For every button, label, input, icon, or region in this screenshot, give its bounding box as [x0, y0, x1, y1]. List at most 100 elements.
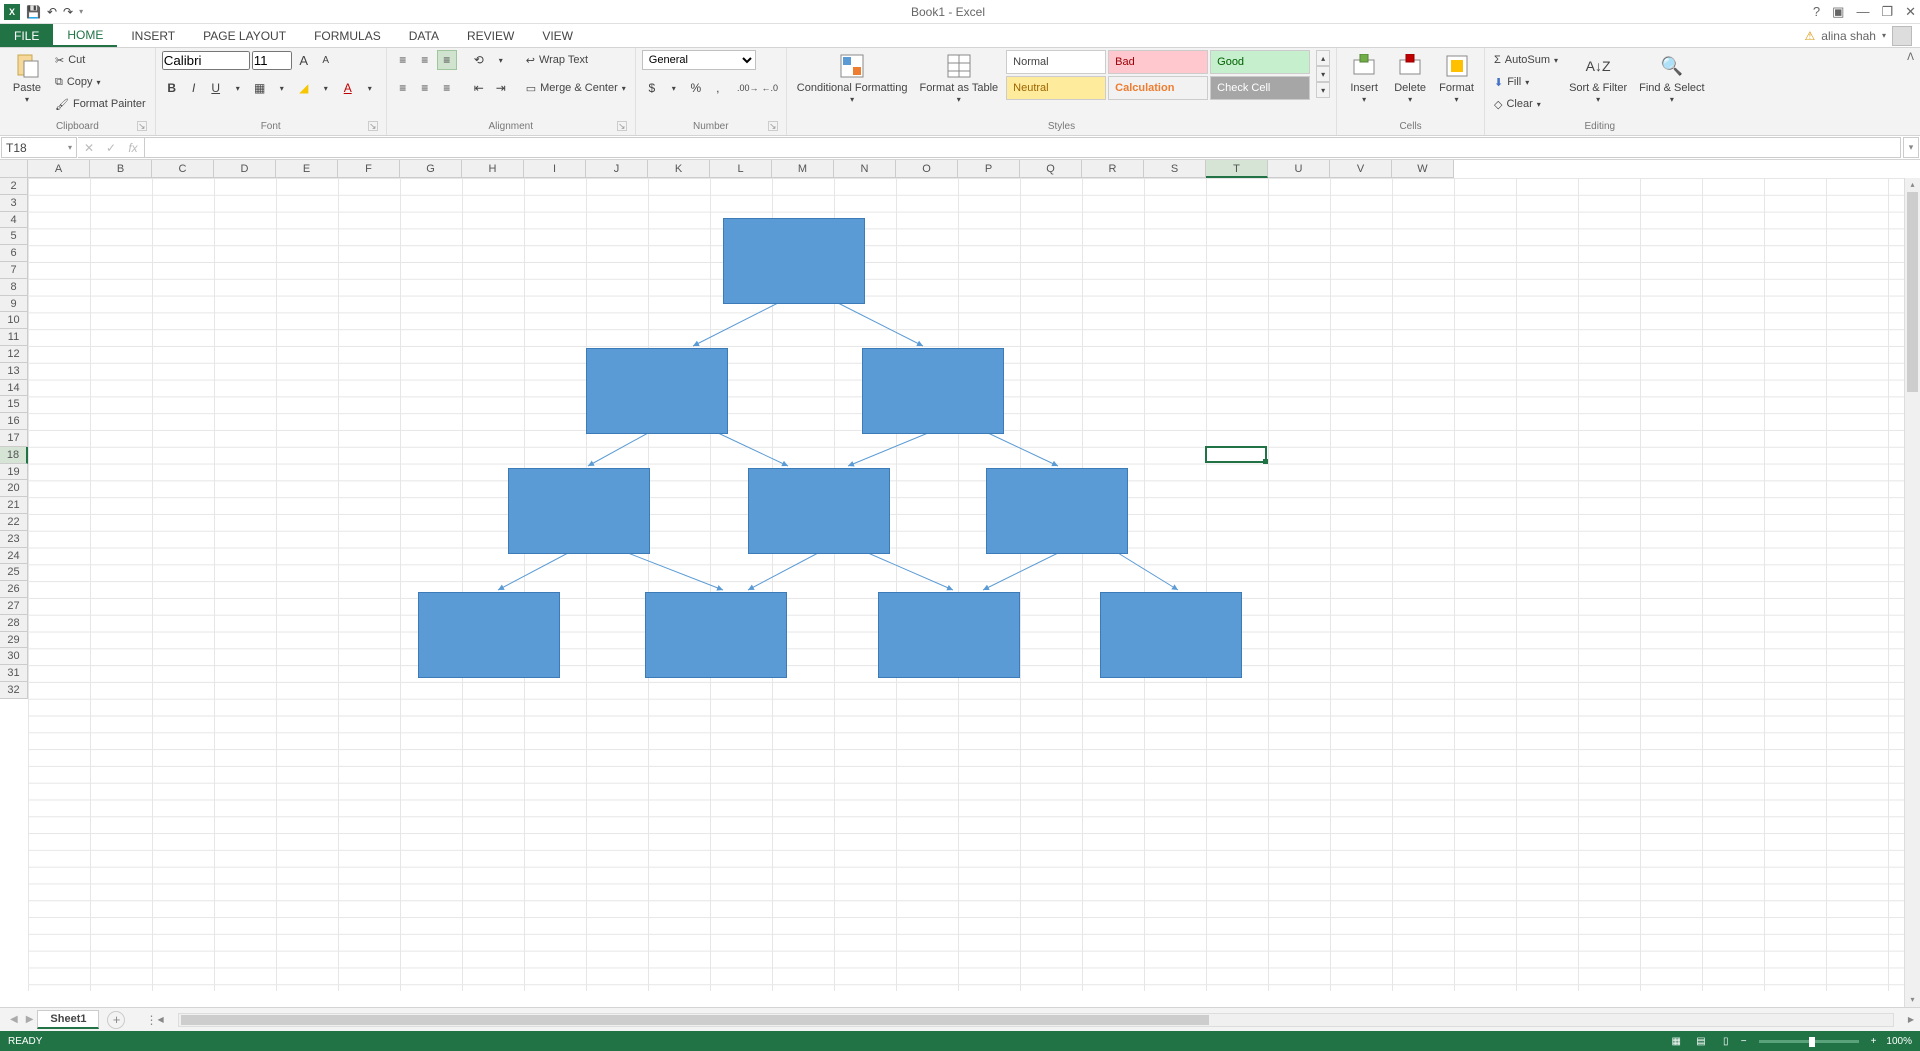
- row-header[interactable]: 28: [0, 615, 28, 632]
- sort-filter-button[interactable]: A↓ZSort & Filter▾: [1565, 50, 1631, 108]
- shape-box[interactable]: [878, 592, 1020, 678]
- row-header[interactable]: 8: [0, 279, 28, 296]
- tab-insert[interactable]: INSERT: [117, 24, 189, 47]
- tab-data[interactable]: DATA: [395, 24, 453, 47]
- align-left-icon[interactable]: ≡: [393, 78, 413, 98]
- align-bottom-icon[interactable]: ≡: [437, 50, 457, 70]
- underline-button[interactable]: U: [206, 78, 226, 98]
- paste-button[interactable]: Paste ▾: [6, 50, 48, 108]
- row-header[interactable]: 24: [0, 548, 28, 565]
- vertical-scrollbar[interactable]: ▴ ▾: [1904, 178, 1920, 1007]
- row-header[interactable]: 3: [0, 195, 28, 212]
- align-middle-icon[interactable]: ≡: [415, 50, 435, 70]
- scroll-down-icon[interactable]: ▾: [1905, 993, 1920, 1007]
- shape-box[interactable]: [508, 468, 650, 554]
- style-neutral[interactable]: Neutral: [1006, 76, 1106, 100]
- column-headers[interactable]: ABCDEFGHIJKLMNOPQRSTUVW: [28, 160, 1904, 178]
- normal-view-icon[interactable]: ▦: [1665, 1036, 1687, 1047]
- column-header[interactable]: F: [338, 160, 400, 178]
- row-headers[interactable]: 2345678910111213141516171819202122232425…: [0, 178, 28, 991]
- style-normal[interactable]: Normal: [1006, 50, 1106, 74]
- row-header[interactable]: 18: [0, 447, 28, 464]
- shape-box[interactable]: [862, 348, 1004, 434]
- conditional-formatting-button[interactable]: Conditional Formatting▾: [793, 50, 912, 108]
- insert-function-icon[interactable]: fx: [122, 141, 144, 155]
- row-header[interactable]: 32: [0, 682, 28, 699]
- row-header[interactable]: 13: [0, 363, 28, 380]
- row-header[interactable]: 9: [0, 296, 28, 313]
- row-header[interactable]: 22: [0, 514, 28, 531]
- column-header[interactable]: R: [1082, 160, 1144, 178]
- row-header[interactable]: 29: [0, 632, 28, 649]
- column-header[interactable]: B: [90, 160, 152, 178]
- column-header[interactable]: G: [400, 160, 462, 178]
- column-header[interactable]: J: [586, 160, 648, 178]
- row-header[interactable]: 26: [0, 581, 28, 598]
- enter-formula-icon[interactable]: ✓: [100, 141, 122, 155]
- decrease-indent-icon[interactable]: ⇤: [469, 78, 489, 98]
- decrease-decimal-icon[interactable]: ←.0: [760, 78, 780, 98]
- sheet-tab-prev-icon[interactable]: ◀: [6, 1014, 22, 1025]
- italic-button[interactable]: I: [184, 78, 204, 98]
- ribbon-options-icon[interactable]: ▣: [1832, 4, 1844, 20]
- column-header[interactable]: N: [834, 160, 896, 178]
- number-format-combo[interactable]: General: [642, 50, 756, 70]
- borders-button[interactable]: ▦: [250, 78, 270, 98]
- style-check-cell[interactable]: Check Cell: [1210, 76, 1310, 100]
- fontcolor-dropdown-icon[interactable]: ▾: [360, 78, 380, 98]
- clipboard-launcher-icon[interactable]: ↘: [137, 121, 147, 131]
- shape-box[interactable]: [586, 348, 728, 434]
- hscroll-left-icon[interactable]: ◀: [157, 1015, 163, 1024]
- format-as-table-button[interactable]: Format as Table▾: [915, 50, 1002, 108]
- shape-box[interactable]: [748, 468, 890, 554]
- format-painter-button[interactable]: 🖌Format Painter: [52, 94, 149, 114]
- format-cells-button[interactable]: Format▾: [1435, 50, 1478, 108]
- column-header[interactable]: K: [648, 160, 710, 178]
- row-header[interactable]: 10: [0, 312, 28, 329]
- column-header[interactable]: S: [1144, 160, 1206, 178]
- shape-box[interactable]: [645, 592, 787, 678]
- decrease-font-icon[interactable]: A: [316, 50, 336, 70]
- page-break-view-icon[interactable]: ▯: [1715, 1036, 1737, 1047]
- user-account[interactable]: ⚠ alina shah ▾: [1805, 24, 1920, 47]
- accounting-format-icon[interactable]: $: [642, 78, 662, 98]
- scroll-up-icon[interactable]: ▴: [1905, 178, 1920, 192]
- fill-color-button[interactable]: ◢: [294, 78, 314, 98]
- align-right-icon[interactable]: ≡: [437, 78, 457, 98]
- shape-box[interactable]: [1100, 592, 1242, 678]
- row-header[interactable]: 14: [0, 380, 28, 397]
- page-layout-view-icon[interactable]: ▤: [1690, 1036, 1712, 1047]
- cut-button[interactable]: ✂Cut: [52, 50, 149, 70]
- tab-home[interactable]: HOME: [53, 24, 117, 47]
- alignment-launcher-icon[interactable]: ↘: [617, 121, 627, 131]
- shape-box[interactable]: [986, 468, 1128, 554]
- undo-icon[interactable]: ↶: [47, 5, 57, 19]
- styles-scroll[interactable]: ▴▾▾: [1316, 50, 1330, 98]
- row-header[interactable]: 12: [0, 346, 28, 363]
- redo-icon[interactable]: ↷: [63, 5, 73, 19]
- number-launcher-icon[interactable]: ↘: [768, 121, 778, 131]
- view-switcher[interactable]: ▦ ▤ ▯: [1665, 1036, 1737, 1047]
- percent-format-icon[interactable]: %: [686, 78, 706, 98]
- close-icon[interactable]: ✕: [1905, 4, 1916, 20]
- shape-box[interactable]: [723, 218, 865, 304]
- worksheet-grid[interactable]: ABCDEFGHIJKLMNOPQRSTUVW 2345678910111213…: [0, 160, 1920, 1007]
- zoom-out-icon[interactable]: −: [1741, 1036, 1747, 1047]
- help-icon[interactable]: ?: [1813, 4, 1820, 20]
- bold-button[interactable]: B: [162, 78, 182, 98]
- column-header[interactable]: W: [1392, 160, 1454, 178]
- sheet-tab-next-icon[interactable]: ▶: [22, 1014, 38, 1025]
- column-header[interactable]: M: [772, 160, 834, 178]
- select-all-corner[interactable]: [0, 160, 28, 178]
- tab-page-layout[interactable]: PAGE LAYOUT: [189, 24, 300, 47]
- row-header[interactable]: 17: [0, 430, 28, 447]
- minimize-icon[interactable]: —: [1856, 4, 1869, 20]
- fill-dropdown-icon[interactable]: ▾: [316, 78, 336, 98]
- increase-decimal-icon[interactable]: .00→: [738, 78, 758, 98]
- style-good[interactable]: Good: [1210, 50, 1310, 74]
- row-header[interactable]: 19: [0, 464, 28, 481]
- row-header[interactable]: 30: [0, 648, 28, 665]
- row-header[interactable]: 4: [0, 212, 28, 229]
- tab-view[interactable]: VIEW: [528, 24, 587, 47]
- name-box[interactable]: T18▾: [1, 137, 77, 158]
